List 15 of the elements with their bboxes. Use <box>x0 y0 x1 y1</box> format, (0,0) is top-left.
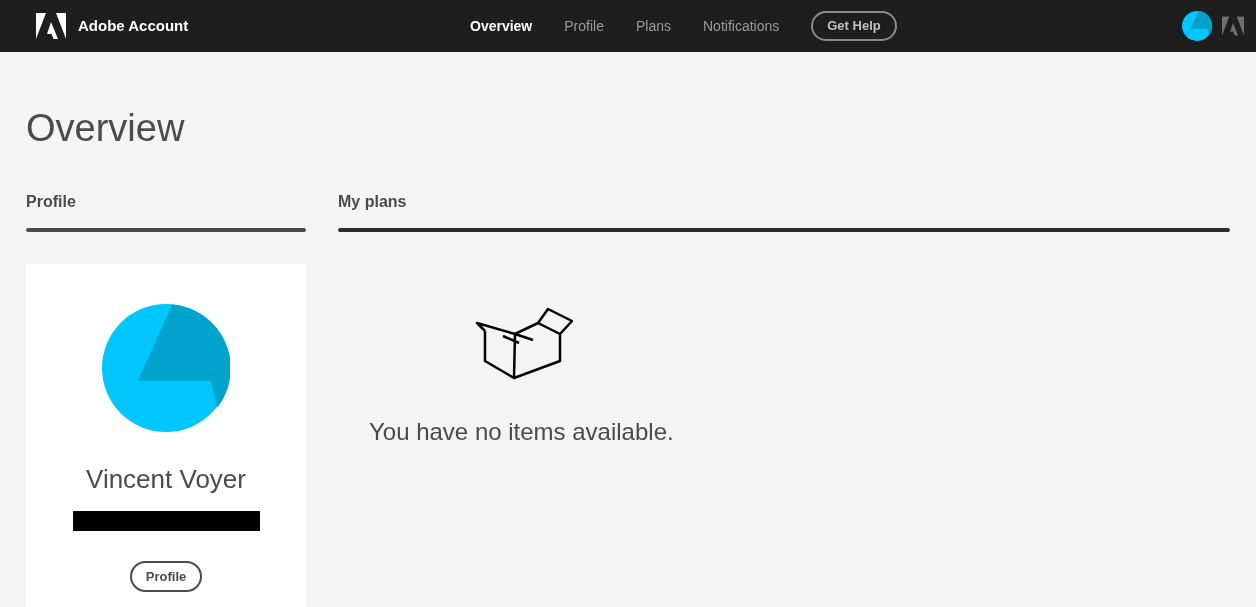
nav-tab[interactable]: Profile <box>564 15 604 37</box>
page-title: Overview <box>26 106 186 150</box>
section-heading: Profile <box>26 192 77 212</box>
help-button[interactable]: Get Help <box>811 11 897 41</box>
nav-tab[interactable]: Notifications <box>703 15 780 37</box>
box-icon <box>475 306 573 380</box>
brand-title: Adobe Account <box>78 15 189 36</box>
logo-icon[interactable] <box>36 13 66 39</box>
user-name: Vincent Voyer <box>86 463 246 496</box>
section-heading: My plans <box>338 192 408 212</box>
nav-tab[interactable]: Overview <box>470 15 533 37</box>
nav-tab[interactable]: Plans <box>635 15 671 37</box>
profile-button[interactable]: Profile <box>129 561 203 592</box>
avatar-icon[interactable] <box>1182 11 1212 41</box>
empty-message: You have no items available. <box>369 417 674 447</box>
